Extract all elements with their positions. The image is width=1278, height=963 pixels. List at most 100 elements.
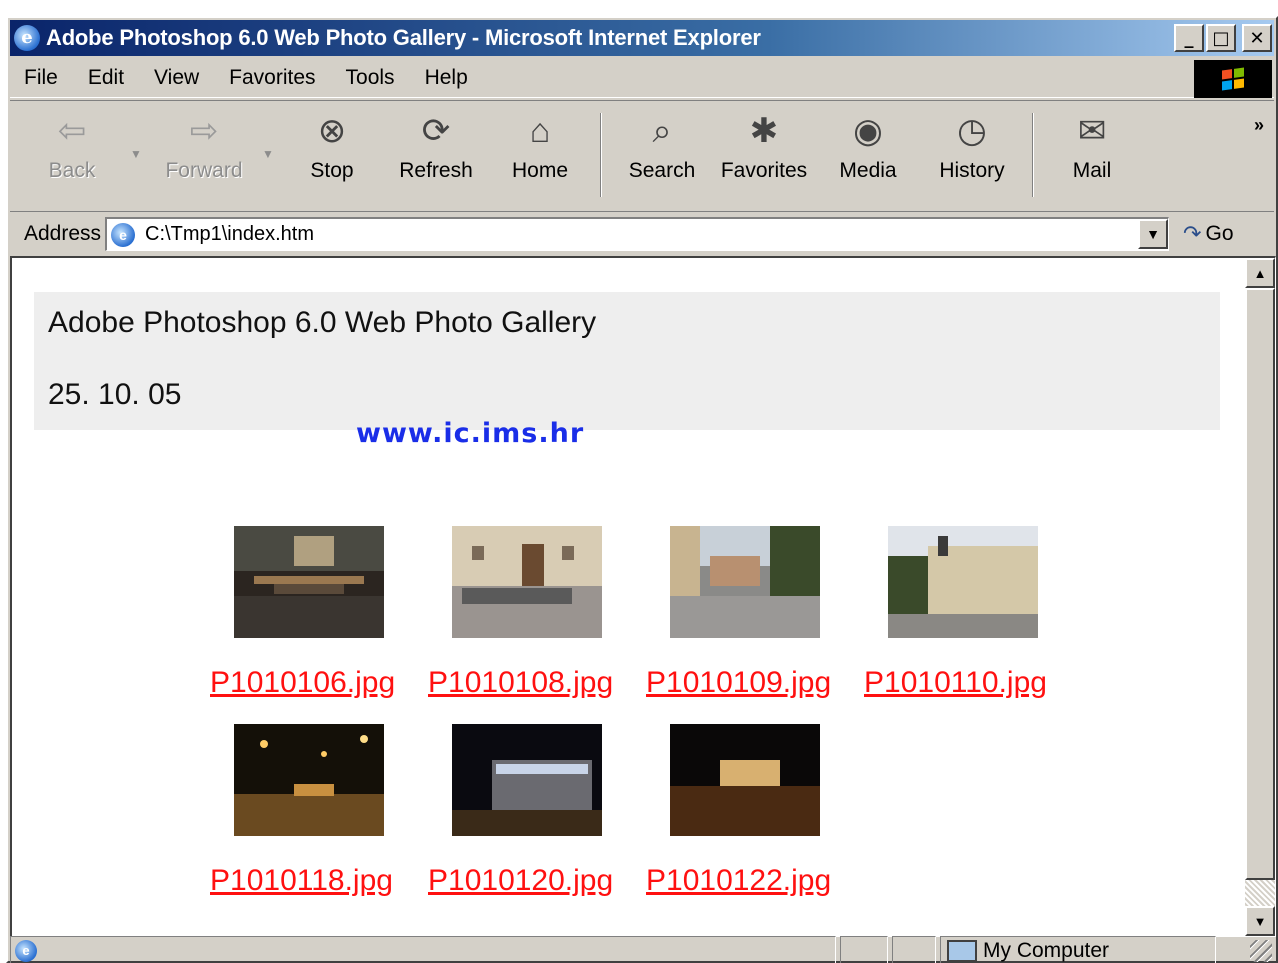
refresh-label: Refresh: [399, 159, 473, 182]
forward-dropdown-icon[interactable]: ▼: [262, 147, 274, 161]
scroll-up-arrow-icon[interactable]: ▲: [1245, 258, 1275, 288]
history-label: History: [939, 159, 1005, 182]
page-date: 25. 10. 05: [48, 378, 182, 411]
status-bar: e My Computer: [10, 936, 1274, 963]
photo-link[interactable]: P1010106.jpg: [210, 666, 395, 700]
photo-building-night: [452, 724, 602, 836]
zone-label: My Computer: [983, 939, 1110, 962]
search-icon: ⌕: [652, 111, 672, 150]
go-arrow-icon: ↷: [1183, 221, 1202, 246]
thumbnail-image[interactable]: [452, 526, 602, 638]
ie-logo-icon: e: [14, 25, 40, 51]
maximize-button[interactable]: □: [1206, 24, 1236, 52]
favorites-folder-icon: ✱: [749, 112, 779, 150]
thumbnail-image[interactable]: [888, 526, 1038, 638]
scroll-thumb[interactable]: [1245, 288, 1275, 880]
address-url[interactable]: C:\Tmp1\index.htm: [145, 223, 314, 246]
mail-button[interactable]: ✉ Mail: [1044, 109, 1140, 205]
standard-toolbar: ⇦ Back ▼ ⇨ Forward ▼ ⊗ Stop ⟳ Refresh ⌂ …: [10, 100, 1274, 212]
photo-link[interactable]: P1010120.jpg: [428, 864, 613, 898]
forward-label: Forward: [165, 159, 243, 182]
menu-help[interactable]: Help: [410, 66, 483, 90]
photo-building-day: [888, 526, 1038, 638]
minimize-button[interactable]: _: [1174, 24, 1204, 52]
page-status-icon: e: [15, 940, 37, 962]
photo-link[interactable]: P1010118.jpg: [210, 864, 393, 898]
windows-logo: [1194, 60, 1272, 98]
thumbnail-image[interactable]: [670, 724, 820, 836]
mail-label: Mail: [1072, 159, 1112, 182]
search-button[interactable]: ⌕ Search: [614, 109, 710, 205]
watermark-text: www.ic.ims.hr: [356, 418, 585, 449]
toolbar-separator: [1032, 113, 1034, 197]
thumbnail-image[interactable]: [234, 724, 384, 836]
photo-link[interactable]: P1010108.jpg: [428, 666, 613, 700]
stop-icon: ⊗: [317, 112, 347, 150]
address-bar: Address e C:\Tmp1\index.htm ▼ ↷ Go: [10, 214, 1274, 254]
back-dropdown-icon[interactable]: ▼: [130, 147, 142, 161]
media-button[interactable]: ◉ Media: [820, 109, 916, 205]
address-label: Address: [24, 222, 102, 245]
security-zone: My Computer: [940, 936, 1216, 963]
photo-square-night: [670, 724, 820, 836]
window-controls: _ □ ✕: [1174, 24, 1272, 52]
address-dropdown-icon[interactable]: ▼: [1138, 219, 1169, 249]
refresh-button[interactable]: ⟳ Refresh: [388, 109, 484, 205]
page-title: Adobe Photoshop 6.0 Web Photo Gallery: [48, 306, 597, 339]
page-icon: e: [111, 222, 136, 247]
address-input[interactable]: e C:\Tmp1\index.htm ▼: [105, 217, 1170, 251]
favorites-label: Favorites: [720, 159, 808, 182]
history-clock-icon: ◷: [957, 112, 987, 150]
my-computer-icon: [947, 940, 977, 962]
history-button[interactable]: ◷ History: [924, 109, 1020, 205]
photo-street-night: [234, 724, 384, 836]
resize-grip-icon[interactable]: [1250, 940, 1272, 962]
stop-button[interactable]: ⊗ Stop: [284, 109, 380, 205]
mail-icon: ✉: [1077, 112, 1107, 150]
back-arrow-icon: ⇦: [57, 112, 87, 150]
window-title: Adobe Photoshop 6.0 Web Photo Gallery - …: [46, 25, 761, 50]
scroll-track[interactable]: [1245, 880, 1275, 908]
forward-arrow-icon: ⇨: [189, 112, 219, 150]
status-text-area: e: [10, 936, 836, 963]
photo-street-day: [670, 526, 820, 638]
go-button[interactable]: ↷ Go: [1183, 221, 1233, 247]
search-label: Search: [628, 159, 696, 182]
toolbar-separator: [600, 113, 602, 197]
menu-file[interactable]: File: [10, 66, 73, 90]
go-label: Go: [1205, 222, 1234, 245]
back-button[interactable]: ⇦ Back: [24, 109, 120, 205]
menu-view[interactable]: View: [139, 66, 214, 90]
status-panel: [892, 936, 936, 963]
home-label: Home: [511, 159, 569, 182]
photo-link[interactable]: P1010122.jpg: [646, 864, 831, 898]
page-content: Adobe Photoshop 6.0 Web Photo Gallery 25…: [10, 256, 1276, 937]
thumbnail-image[interactable]: [234, 526, 384, 638]
vertical-scrollbar[interactable]: ▲ ▼: [1245, 258, 1275, 936]
windows-flag-icon: [1222, 67, 1244, 91]
title-bar[interactable]: e Adobe Photoshop 6.0 Web Photo Gallery …: [10, 20, 1274, 56]
menu-tools[interactable]: Tools: [331, 66, 410, 90]
photo-link[interactable]: P1010109.jpg: [646, 666, 831, 700]
photo-park-night: [234, 526, 384, 638]
photo-square-cafe: [452, 526, 602, 638]
refresh-icon: ⟳: [421, 112, 451, 150]
menu-edit[interactable]: Edit: [73, 66, 139, 90]
thumbnail-image[interactable]: [670, 526, 820, 638]
stop-label: Stop: [310, 159, 354, 182]
gallery-header: Adobe Photoshop 6.0 Web Photo Gallery 25…: [34, 292, 1220, 430]
back-label: Back: [48, 159, 96, 182]
home-button[interactable]: ⌂ Home: [492, 109, 588, 205]
favorites-button[interactable]: ✱ Favorites: [716, 109, 812, 205]
toolbar-chevron-icon[interactable]: »: [1254, 115, 1264, 136]
close-button[interactable]: ✕: [1242, 24, 1272, 52]
menu-favorites[interactable]: Favorites: [214, 66, 330, 90]
thumbnail-image[interactable]: [452, 724, 602, 836]
scroll-down-arrow-icon[interactable]: ▼: [1245, 906, 1275, 936]
photo-link[interactable]: P1010110.jpg: [864, 666, 1047, 700]
forward-button[interactable]: ⇨ Forward: [156, 109, 252, 205]
media-icon: ◉: [853, 112, 883, 150]
menu-bar: File Edit View Favorites Tools Help: [10, 58, 1274, 98]
browser-window: e Adobe Photoshop 6.0 Web Photo Gallery …: [6, 16, 1278, 963]
media-label: Media: [839, 159, 897, 182]
